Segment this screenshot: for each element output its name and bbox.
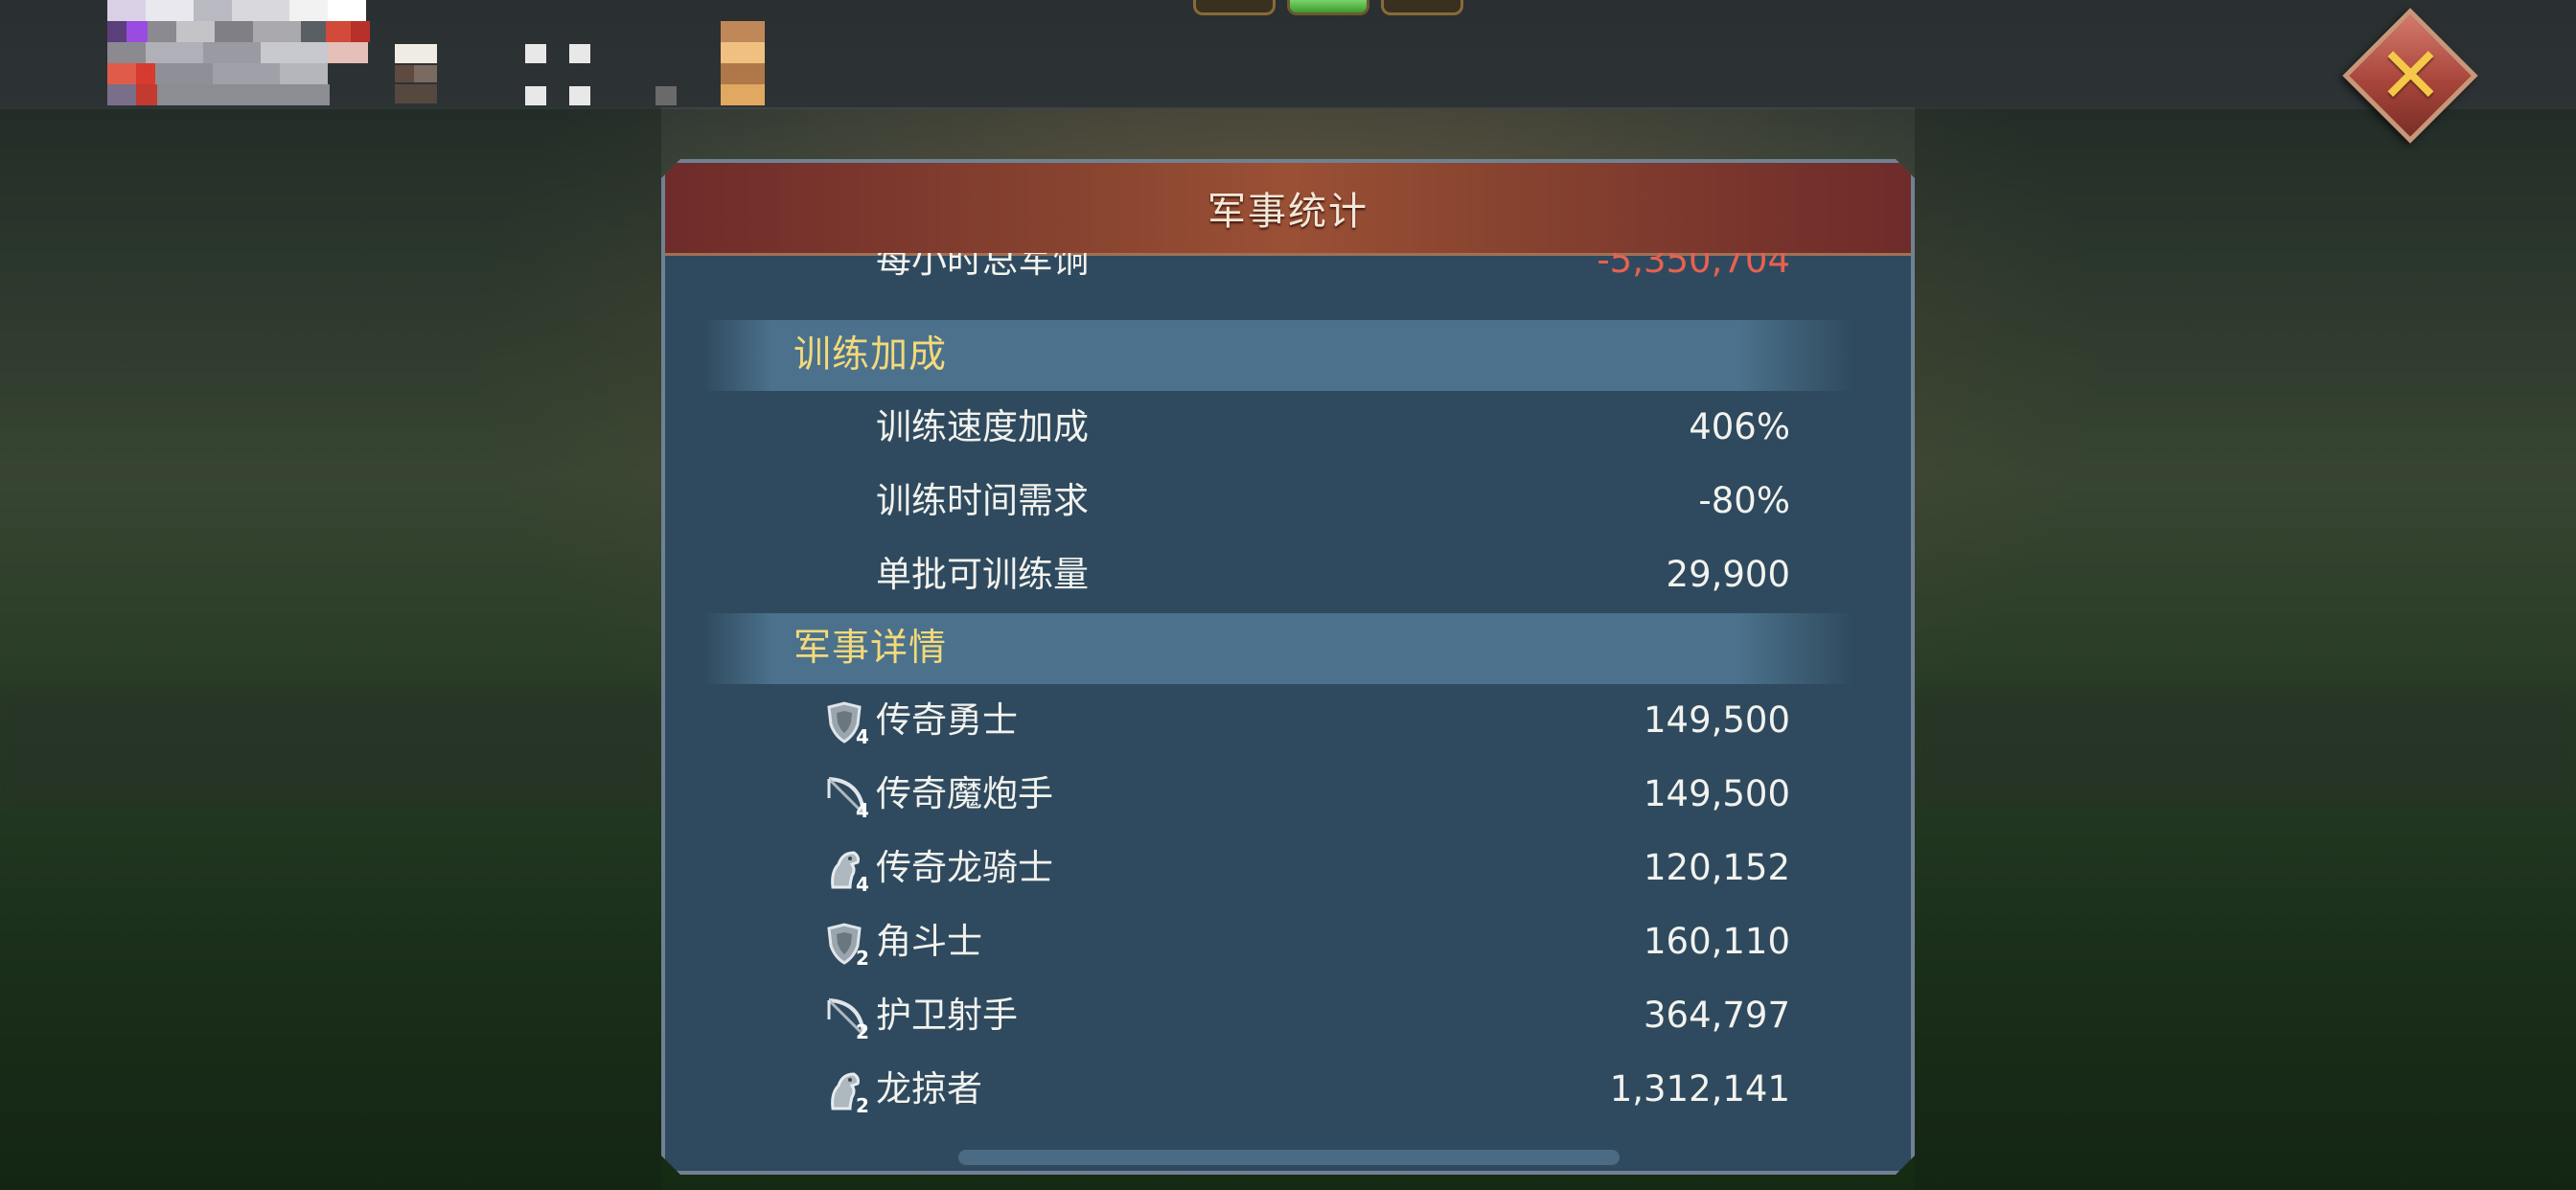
troop-label: 传奇魔炮手 [876,773,1053,814]
background-hedge [0,690,661,805]
scrollbar[interactable] [958,1150,1620,1165]
troop-count: 364,797 [1643,995,1790,1036]
bow-icon: 2 [827,998,869,1041]
stat-value: 406% [1689,406,1790,447]
troop-label: 传奇勇士 [876,699,1018,741]
svg-text:4: 4 [856,725,869,745]
page-dot[interactable] [1381,0,1463,15]
page-dot[interactable] [1193,0,1276,15]
panel-title: 军事统计 [1208,190,1368,234]
stat-label: 单批可训练量 [876,554,1089,595]
troop-row: 2 角斗士 160,110 [665,905,1911,978]
troop-count: 149,500 [1643,699,1790,741]
knight-horse-icon: 2 [831,1072,869,1114]
svg-text:2: 2 [856,1094,869,1114]
background-left [0,107,661,1190]
svg-text:2: 2 [856,947,869,967]
stat-row: 单批可训练量 29,900 [665,538,1911,611]
troop-row: 4 传奇勇士 149,500 [665,684,1911,757]
troop-row: 2 护卫射手 364,797 [665,979,1911,1052]
stat-label: 训练速度加成 [876,406,1089,447]
troop-label: 龙掠者 [876,1068,982,1110]
bow-icon: 4 [827,777,869,819]
troop-row: 4 传奇魔炮手 149,500 [665,758,1911,831]
troop-count: 160,110 [1643,921,1790,962]
troop-count: 1,312,141 [1609,1068,1790,1110]
svg-text:4: 4 [856,873,869,893]
panel-scroll-area[interactable]: 每小时总军饷 -5,350,704 训练加成 训练速度加成 406% 训练时间需… [665,253,1911,1171]
stat-label: 每小时总军饷 [876,253,1089,281]
stat-row-hourly-upkeep: 每小时总军饷 -5,350,704 [665,253,1911,297]
troop-label: 角斗士 [876,921,982,962]
background-hedge [1915,690,2576,805]
stat-value: 29,900 [1666,554,1790,595]
troop-row: 2 龙掠者 1,312,141 [665,1053,1911,1126]
troop-count: 120,152 [1643,847,1790,888]
stat-label: 训练时间需求 [876,480,1089,521]
troop-row: 4 传奇龙骑士 120,152 [665,832,1911,904]
section-header-training: 训练加成 [703,320,1853,391]
section-title: 训练加成 [794,333,948,377]
troop-label: 传奇龙骑士 [876,847,1053,888]
military-stats-panel: 军事统计 每小时总军饷 -5,350,704 训练加成 训练速度加成 406% … [661,159,1915,1175]
page-indicators [1193,0,1466,19]
stat-value: -80% [1698,480,1790,521]
shield-icon: 2 [827,923,869,967]
shield-icon: 4 [827,701,869,745]
section-header-military-details: 军事详情 [703,613,1853,684]
page-dot-active[interactable] [1287,0,1369,15]
stat-value: -5,350,704 [1597,253,1790,281]
panel-header: 军事统计 [665,163,1911,256]
background-right [1915,107,2576,1190]
stat-row: 训练时间需求 -80% [665,465,1911,538]
close-button[interactable]: ✕ [2341,7,2480,146]
svg-text:2: 2 [856,1020,869,1041]
section-title: 军事详情 [794,627,948,670]
svg-text:4: 4 [856,799,869,819]
troop-count: 149,500 [1643,773,1790,814]
stat-row: 训练速度加成 406% [665,391,1911,464]
knight-horse-icon: 4 [831,851,869,893]
close-icon: ✕ [2378,30,2444,122]
troop-label: 护卫射手 [876,995,1018,1036]
